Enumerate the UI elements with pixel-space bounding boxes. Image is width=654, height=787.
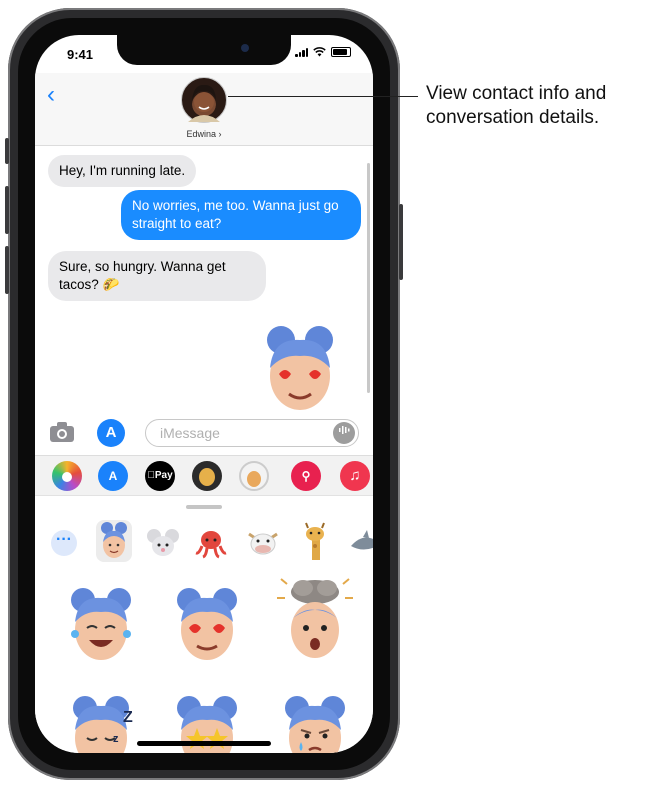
scroll-indicator	[367, 163, 370, 393]
drawer-grabber[interactable]	[186, 505, 222, 509]
side-button	[399, 204, 403, 280]
home-indicator[interactable]	[137, 741, 271, 746]
sticker-memoji-laughing-tears[interactable]	[61, 582, 141, 662]
sent-memoji-sticker[interactable]	[257, 320, 343, 412]
contact-photo-icon	[188, 84, 220, 122]
more-icon[interactable]: ···	[51, 530, 77, 556]
svg-text:z: z	[113, 733, 119, 745]
app-drawer: A Pay ⚲ ♫	[35, 455, 373, 496]
category-memoji[interactable]	[96, 520, 132, 562]
memoji-icon[interactable]	[192, 461, 222, 491]
music-icon[interactable]: ♫	[340, 461, 370, 491]
app-store-icon[interactable]: A	[98, 461, 128, 491]
cellular-signal-icon	[295, 47, 308, 57]
sticker-drawer: ··· Z z	[35, 495, 373, 753]
status-time: 9:41	[67, 47, 94, 62]
category-giraffe[interactable]	[297, 520, 333, 562]
memoji-stickers-icon[interactable]	[239, 461, 269, 491]
message-input[interactable]: iMessage	[145, 419, 359, 447]
svg-text:Z: Z	[123, 709, 133, 726]
status-icons	[295, 47, 351, 57]
screen: 9:41 ‹ Edwina › Hey, I'm running late. N…	[35, 35, 373, 753]
camera-icon[interactable]	[49, 421, 75, 443]
contact-avatar[interactable]	[181, 77, 227, 123]
conversation-header: ‹ Edwina ›	[35, 73, 373, 146]
category-octopus[interactable]	[193, 520, 229, 562]
volume-up-button	[5, 186, 9, 234]
volume-down-button	[5, 246, 9, 294]
app-store-icon[interactable]: A	[97, 419, 125, 447]
message-incoming[interactable]: Sure, so hungry. Wanna get tacos? 🌮	[48, 251, 266, 301]
photos-icon[interactable]	[52, 461, 82, 491]
audio-message-icon[interactable]	[333, 422, 355, 444]
phone-frame: 9:41 ‹ Edwina › Hey, I'm running late. N…	[5, 8, 403, 780]
message-outgoing[interactable]: No worries, me too. Wanna just go straig…	[121, 190, 361, 240]
callout-line	[228, 96, 418, 97]
battery-icon	[331, 47, 351, 57]
contact-name[interactable]: Edwina ›	[35, 129, 373, 139]
back-chevron-icon[interactable]: ‹	[47, 83, 55, 107]
category-cow[interactable]	[245, 520, 281, 562]
sticker-memoji-heart-eyes[interactable]	[167, 582, 247, 662]
compose-bar: A iMessage	[35, 413, 373, 453]
silent-switch	[5, 138, 9, 164]
apple-pay-icon[interactable]: Pay	[145, 461, 175, 491]
search-images-icon[interactable]: ⚲	[291, 461, 321, 491]
message-incoming[interactable]: Hey, I'm running late.	[48, 155, 197, 187]
category-shark[interactable]	[347, 520, 373, 562]
sticker-memoji-crying[interactable]	[275, 692, 355, 753]
apple-pay-label: Pay	[151, 470, 173, 481]
sticker-memoji-sleeping[interactable]: Zz	[63, 692, 143, 753]
callout-text: View contact info and conversation detai…	[426, 83, 607, 128]
notch	[117, 35, 291, 65]
message-input-placeholder: iMessage	[160, 425, 220, 441]
wifi-icon	[313, 47, 326, 57]
category-mouse[interactable]	[145, 520, 181, 562]
front-camera-icon	[241, 44, 249, 52]
sticker-memoji-mind-blown[interactable]	[273, 576, 357, 662]
